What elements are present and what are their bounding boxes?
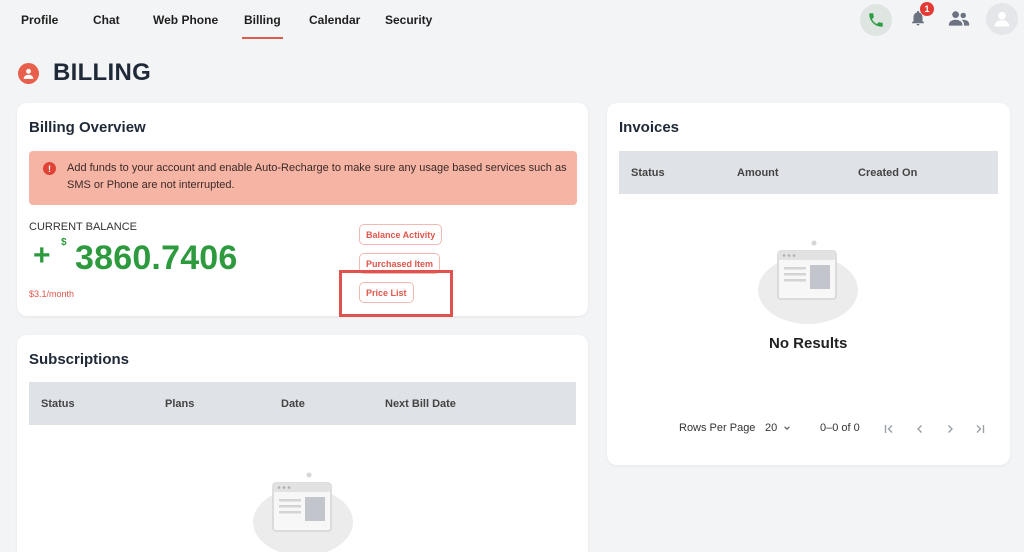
avatar[interactable] xyxy=(986,3,1018,35)
invoices-title: Invoices xyxy=(619,119,680,136)
column-plans: Plans xyxy=(165,398,195,410)
subscriptions-table-header: Status Plans Date Next Bill Date xyxy=(29,382,576,425)
current-balance-label: CURRENT BALANCE xyxy=(29,221,137,233)
previous-page-button[interactable] xyxy=(913,422,927,436)
tab-security[interactable]: Security xyxy=(385,13,432,27)
alert-icon: ! xyxy=(43,162,56,175)
notification-badge: 1 xyxy=(920,2,934,16)
first-page-icon xyxy=(884,425,893,433)
subscriptions-title: Subscriptions xyxy=(29,351,130,368)
pagination-range: 0–0 of 0 xyxy=(820,422,860,434)
tab-chat[interactable]: Chat xyxy=(93,13,120,27)
invoices-card: Invoices Status Amount Created On No Res… xyxy=(607,103,1010,465)
column-created-on: Created On xyxy=(858,167,918,179)
column-status: Status xyxy=(41,398,75,410)
page-header: BILLING xyxy=(18,59,152,86)
tab-profile[interactable]: Profile xyxy=(21,13,58,27)
column-amount: Amount xyxy=(737,167,779,179)
last-page-icon xyxy=(976,425,985,433)
add-funds-button[interactable]: + xyxy=(33,239,51,273)
balance-currency: $ xyxy=(61,237,67,248)
billing-overview-title: Billing Overview xyxy=(29,119,146,136)
monthly-cost: $3.1/month xyxy=(29,289,75,299)
empty-state-icon xyxy=(253,472,353,552)
price-list-highlight xyxy=(339,270,453,317)
alert-text: Add funds to your account and enable Aut… xyxy=(67,162,567,191)
page-title: BILLING xyxy=(53,59,152,86)
chevron-down-icon xyxy=(784,426,791,430)
user-avatar-icon xyxy=(994,11,1010,27)
users-icon xyxy=(948,11,970,26)
phone-button[interactable] xyxy=(860,4,892,36)
column-next-bill-date: Next Bill Date xyxy=(385,398,456,410)
phone-icon xyxy=(869,13,883,27)
column-date: Date xyxy=(281,398,305,410)
rows-per-page-select[interactable]: 20 xyxy=(765,420,791,436)
recharge-alert: ! Add funds to your account and enable A… xyxy=(29,151,577,205)
chevron-left-icon xyxy=(917,425,922,433)
balance-value: 3860.7406 xyxy=(75,239,238,277)
tab-billing[interactable]: Billing xyxy=(242,13,283,39)
contacts-button[interactable] xyxy=(946,6,972,30)
column-status: Status xyxy=(631,167,665,179)
rows-per-page-label: Rows Per Page xyxy=(679,422,756,434)
tab-calendar[interactable]: Calendar xyxy=(309,13,360,27)
rows-per-page-value: 20 xyxy=(765,422,778,434)
invoices-table-header: Status Amount Created On xyxy=(619,151,998,194)
tab-web-phone[interactable]: Web Phone xyxy=(153,13,218,27)
last-page-button[interactable] xyxy=(973,422,987,436)
billing-overview-card: Billing Overview ! Add funds to your acc… xyxy=(17,103,588,317)
subscriptions-card: Subscriptions Status Plans Date Next Bil… xyxy=(17,335,588,552)
first-page-button[interactable] xyxy=(882,422,896,436)
billing-user-icon xyxy=(18,62,39,84)
chevron-right-icon xyxy=(948,425,953,433)
next-page-button[interactable] xyxy=(943,422,957,436)
balance-activity-button[interactable]: Balance Activity xyxy=(359,224,443,245)
top-nav: Profile Chat Web Phone Billing Calendar … xyxy=(0,0,1024,42)
empty-state-icon xyxy=(758,240,858,324)
no-results-text: No Results xyxy=(769,335,848,352)
